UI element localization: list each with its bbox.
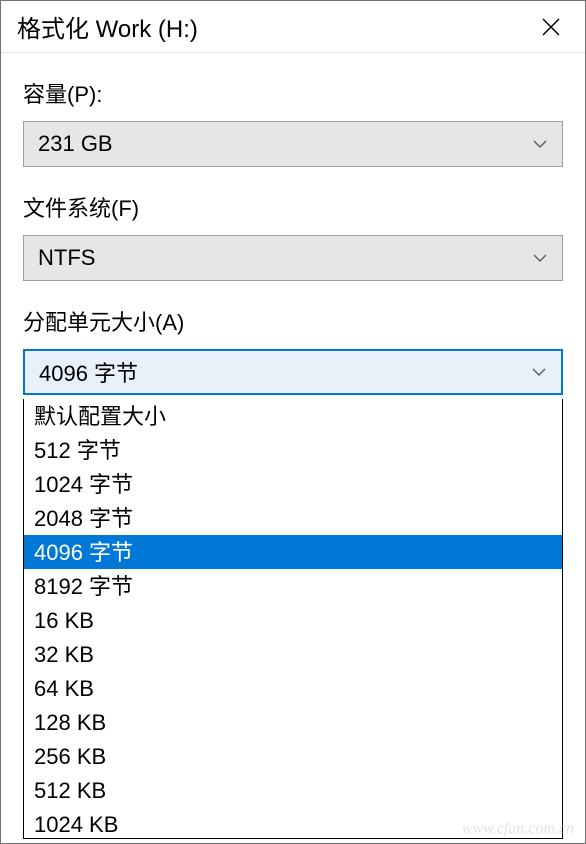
close-icon — [541, 17, 561, 37]
filesystem-dropdown[interactable]: NTFS — [23, 235, 563, 281]
allocation-field-group: 分配单元大小(A) 4096 字节 — [23, 305, 563, 395]
allocation-option[interactable]: 1024 字节 — [24, 467, 562, 501]
allocation-value: 4096 字节 — [39, 356, 138, 388]
filesystem-value: NTFS — [38, 245, 95, 271]
capacity-label: 容量(P): — [23, 77, 563, 109]
allocation-option[interactable]: 默认配置大小 — [24, 399, 562, 433]
allocation-option[interactable]: 4096 字节 — [24, 535, 562, 569]
allocation-option[interactable]: 8192 字节 — [24, 569, 562, 603]
allocation-option[interactable]: 128 KB — [24, 705, 562, 739]
allocation-option[interactable]: 512 KB — [24, 773, 562, 807]
allocation-option[interactable]: 512 字节 — [24, 433, 562, 467]
capacity-dropdown[interactable]: 231 GB — [23, 121, 563, 167]
allocation-option[interactable]: 16 KB — [24, 603, 562, 637]
allocation-dropdown-list[interactable]: 默认配置大小512 字节1024 字节2048 字节4096 字节8192 字节… — [23, 399, 563, 839]
allocation-option[interactable]: 256 KB — [24, 739, 562, 773]
title-bar: 格式化 Work (H:) — [1, 1, 585, 53]
format-dialog: 格式化 Work (H:) 容量(P): 231 GB 文件系统(F) NTFS — [0, 0, 586, 844]
allocation-option[interactable]: 2048 字节 — [24, 501, 562, 535]
dialog-content: 容量(P): 231 GB 文件系统(F) NTFS 分配单元大小(A) 409… — [1, 53, 585, 395]
allocation-label: 分配单元大小(A) — [23, 305, 563, 337]
filesystem-field-group: 文件系统(F) NTFS — [23, 191, 563, 281]
window-title: 格式化 Work (H:) — [17, 9, 198, 44]
allocation-dropdown[interactable]: 4096 字节 — [23, 349, 563, 395]
capacity-field-group: 容量(P): 231 GB — [23, 77, 563, 167]
chevron-down-icon — [532, 139, 548, 149]
close-button[interactable] — [531, 7, 571, 47]
chevron-down-icon — [531, 367, 547, 377]
chevron-down-icon — [532, 253, 548, 263]
capacity-value: 231 GB — [38, 131, 113, 157]
watermark: www.cfan.com.cn — [462, 820, 574, 838]
filesystem-label: 文件系统(F) — [23, 191, 563, 223]
allocation-option[interactable]: 32 KB — [24, 637, 562, 671]
allocation-option[interactable]: 64 KB — [24, 671, 562, 705]
